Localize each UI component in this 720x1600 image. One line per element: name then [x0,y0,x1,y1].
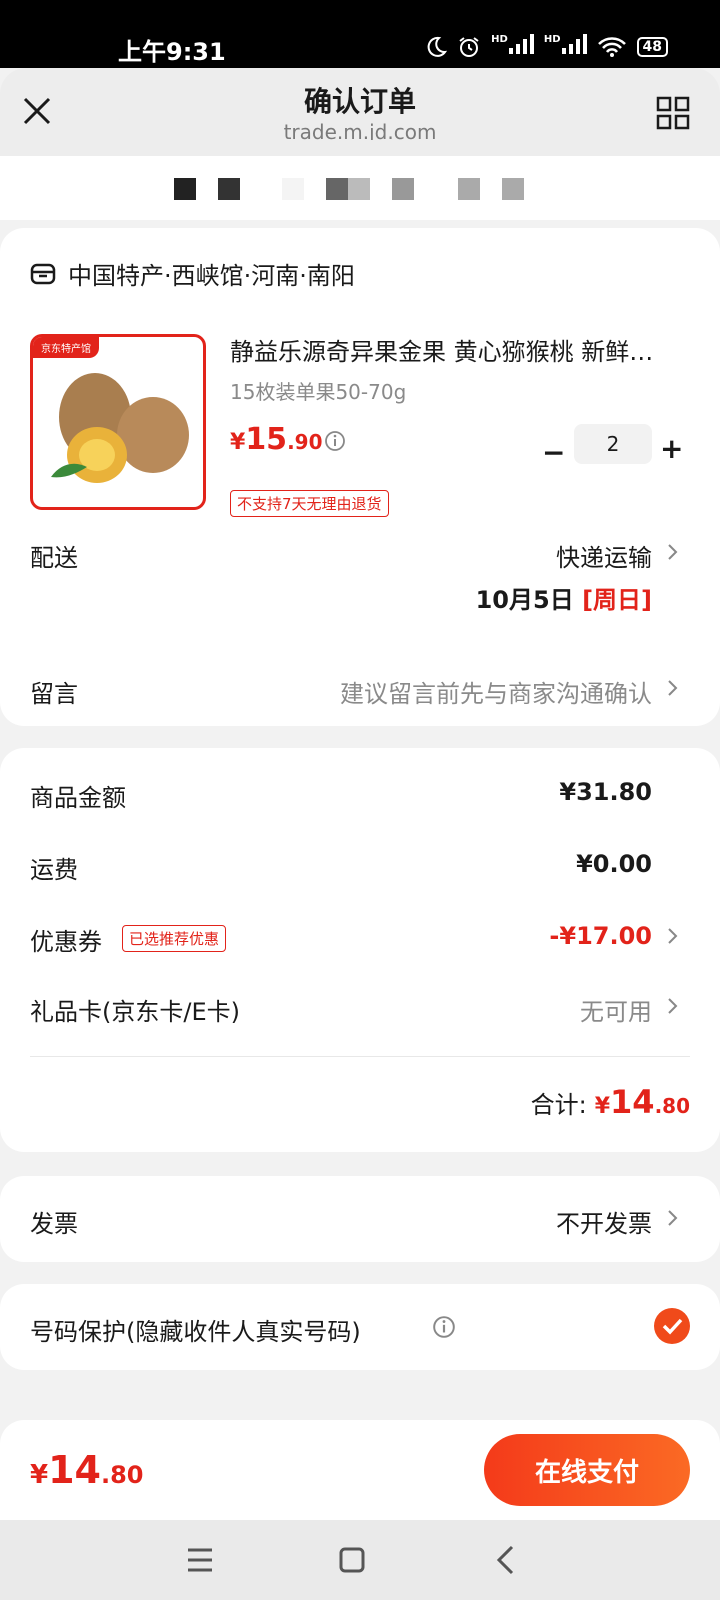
quantity-minus-button[interactable]: − [542,436,565,469]
pixel-block [282,178,304,200]
menu-icon[interactable] [182,1542,218,1578]
total-line: 合计: ¥14.80 [531,1083,690,1121]
home-icon[interactable] [334,1542,370,1578]
product-spec: 15枚装单果50-70g [230,380,407,404]
hd-label: HD [491,34,508,45]
hd-label-2: HD [543,34,561,45]
total-int: 14 [610,1083,655,1121]
status-icons: HD HD 48 [425,34,668,59]
price-dec: .90 [287,430,323,454]
checkout-bar: ¥14.80 在线支付 [0,1420,720,1520]
pixel-block [326,178,348,200]
page-header: 确认订单 trade.m.jd.com [0,68,720,156]
giftcard-value[interactable]: 无可用 [580,992,652,1027]
coupon-tag: 已选推荐优惠 [122,925,227,952]
summary-card: 商品金额 ¥31.80 运费 ¥0.00 优惠券 已选推荐优惠 -¥17.00 … [0,748,720,1152]
delivery-method[interactable]: 快递运输 [556,538,652,573]
pixel-block [174,178,196,200]
page-title: 确认订单 [303,85,416,118]
chevron-right-icon [668,1210,678,1226]
shop-name: 中国特产·西峡馆·河南·南阳 [68,262,355,290]
giftcard-label: 礼品卡(京东卡/E卡) [30,998,240,1026]
product-price: ¥15.90 [230,422,323,457]
check-icon [662,1318,683,1335]
message-label: 留言 [30,680,78,708]
info-icon[interactable] [432,1315,456,1339]
delivery-day: [周日] [582,586,652,614]
chevron-right-icon [668,544,678,560]
delivery-date-text: 10月5日 [475,586,574,614]
divider [30,1056,690,1057]
grid-menu-icon[interactable] [656,96,690,130]
product-card: 中国特产·西峡馆·河南·南阳 京东特产馆 静益乐源奇异果金果 黄心猕猴桃 新鲜水… [0,228,720,726]
chevron-right-icon [668,680,678,696]
pixel-block [458,178,480,200]
privacy-label: 号码保护(隐藏收件人真实号码) [30,1318,361,1346]
status-bar: 上午9:31 HD HD 48 [0,0,720,68]
image-badge: 京东特产馆 [33,337,99,358]
product-image[interactable]: 京东特产馆 [30,334,206,510]
alarm-icon [459,36,479,57]
kiwi-image [51,373,189,483]
battery-icon: 48 [636,36,668,57]
return-policy-tag: 不支持7天无理由退货 [230,490,389,517]
invoice-card[interactable]: 发票 不开发票 [0,1176,720,1262]
coupon-value[interactable]: -¥17.00 [549,922,652,950]
pixel-block [502,178,524,200]
total-dec: .80 [654,1094,690,1118]
privacy-card: 号码保护(隐藏收件人真实号码) [0,1284,720,1370]
quantity-plus-button[interactable]: + [660,432,683,465]
delivery-date: 10月5日 [周日] [476,580,652,615]
quantity-input[interactable]: 2 [574,424,652,464]
chevron-right-icon [668,928,678,944]
total-label: 合计: [530,1091,587,1119]
price-symbol: ¥ [230,430,246,455]
goods-amount-value: ¥31.80 [559,778,652,806]
pixel-block [218,178,240,200]
chevron-right-icon [668,998,678,1014]
price-int: 15 [245,422,288,457]
product-title[interactable]: 静益乐源奇异果金果 黄心猕猴桃 新鲜水果 [230,332,676,367]
pay-online-button[interactable]: 在线支付 [484,1434,690,1506]
pixel-block [348,178,370,200]
message-input[interactable]: 建议留言前先与商家沟通确认 [340,674,652,709]
system-nav-bar [0,1520,720,1600]
shipping-value: ¥0.00 [576,850,652,878]
total-symbol: ¥ [594,1094,611,1119]
shop-icon [30,263,56,284]
signal-icon: HD [491,34,534,59]
shipping-label: 运费 [30,856,78,884]
info-icon[interactable] [324,430,346,452]
back-icon[interactable] [488,1542,524,1578]
page-url: trade.m.jd.com [283,120,437,140]
checkout-dec: .80 [100,1461,144,1489]
coupon-label: 优惠券 [30,928,102,956]
signal-icon-2: HD [544,34,587,59]
goods-amount-label: 商品金额 [30,784,126,812]
wifi-icon [597,36,626,57]
checkout-total: ¥14.80 [30,1448,144,1492]
shop-row[interactable]: 中国特产·西峡馆·河南·南阳 [30,256,355,291]
privacy-checkbox[interactable] [654,1308,690,1344]
delivery-label: 配送 [30,544,78,572]
moon-icon [427,36,448,57]
invoice-value[interactable]: 不开发票 [556,1204,652,1239]
invoice-label: 发票 [30,1210,78,1238]
status-time: 上午9:31 [118,38,226,66]
pixel-block [392,178,414,200]
address-strip[interactable] [0,156,720,220]
checkout-symbol: ¥ [30,1460,49,1490]
checkout-int: 14 [48,1448,101,1492]
